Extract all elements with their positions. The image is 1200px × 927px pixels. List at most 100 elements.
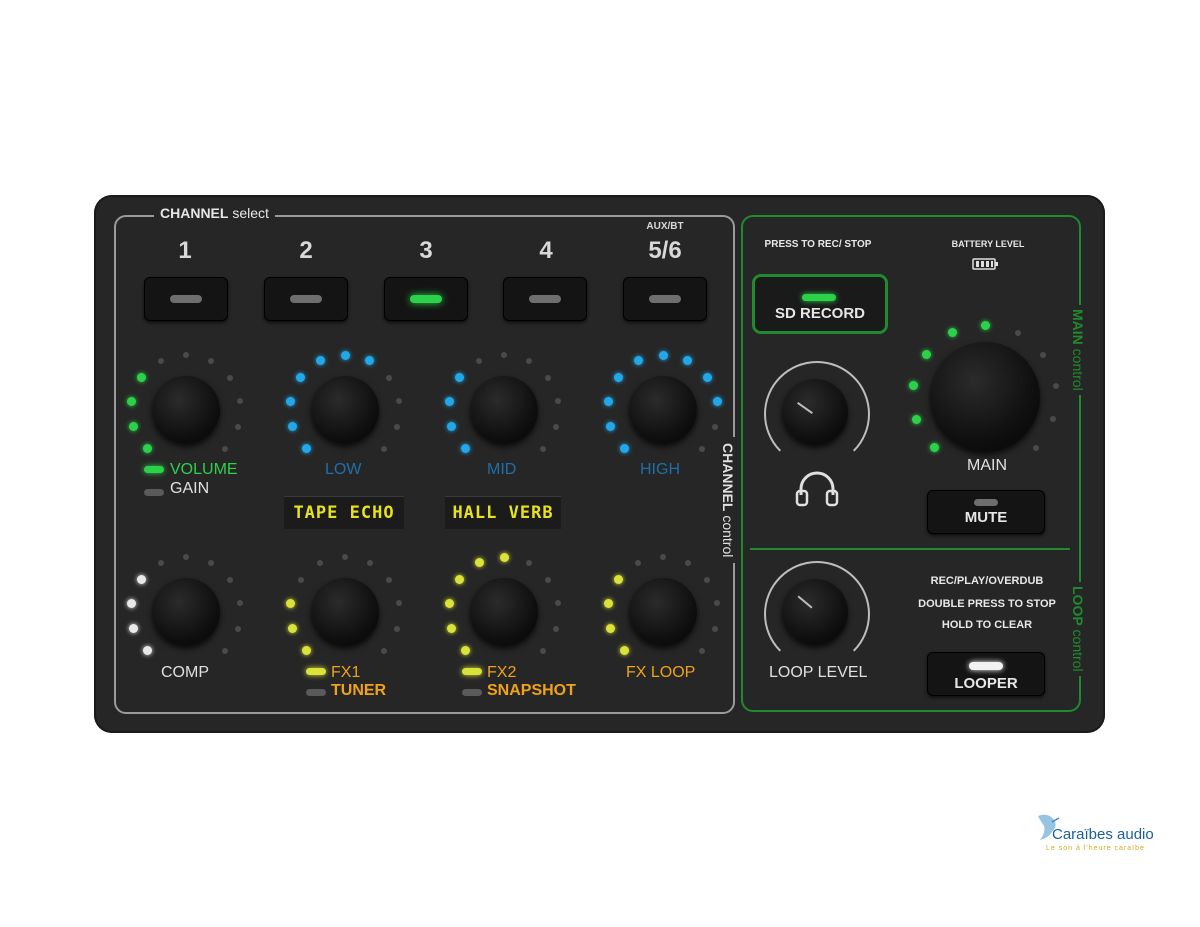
comp-led-6: [183, 554, 189, 560]
comp-led-5: [158, 559, 165, 566]
main-led-7: [1014, 329, 1021, 336]
channel-1-button[interactable]: [144, 277, 228, 321]
comp-led-7: [207, 559, 214, 566]
sd-record-button[interactable]: SD RECORD: [752, 274, 888, 334]
channel-5-6-led: [649, 295, 681, 303]
tuner-label: TUNER: [331, 682, 387, 699]
headphones-icon: [795, 471, 839, 507]
headphone-knob-pointer: [797, 402, 813, 414]
fx-loop-led-5: [635, 559, 642, 566]
main-led-9: [1053, 382, 1060, 389]
main-led-11: [1032, 444, 1039, 451]
fx2-display: HALL VERB: [445, 496, 561, 529]
fx-loop-led-1: [619, 646, 629, 656]
watermark-logo: Caraïbes audio Le son à l'heure caraïbe: [1034, 808, 1184, 858]
looper-button[interactable]: LOOPER: [927, 652, 1045, 696]
fx1-led-3: [286, 598, 296, 608]
main-label: MAIN: [967, 457, 1007, 474]
channel-4-led: [529, 295, 561, 303]
low-led-5: [315, 356, 325, 366]
volume-led: [144, 466, 164, 473]
fx2-led-3: [445, 598, 455, 608]
mute-label: MUTE: [964, 509, 1008, 526]
high-led-11: [698, 445, 705, 452]
main-loop-divider: [750, 548, 1070, 550]
fx-loop-knob[interactable]: [629, 578, 697, 646]
fx-loop-label: FX LOOP: [626, 664, 696, 681]
volume-led-5: [158, 357, 165, 364]
fx2-led-11: [539, 647, 546, 654]
comp-knob[interactable]: [152, 578, 220, 646]
main-led-2: [912, 414, 922, 424]
channel-number-2: 2: [299, 237, 313, 264]
volume-led-1: [142, 444, 152, 454]
fx1-led-7: [366, 559, 373, 566]
fx1-led-6: [342, 554, 348, 560]
comp-led-3: [127, 598, 137, 608]
mid-led-6: [501, 352, 507, 358]
channel-1-led: [170, 295, 202, 303]
channel-2-button[interactable]: [264, 277, 348, 321]
channel-number-4: 4: [539, 237, 553, 264]
looper-led: [969, 662, 1003, 670]
low-led-11: [380, 445, 387, 452]
volume-led-11: [221, 445, 228, 452]
high-led-1: [619, 444, 629, 454]
snapshot-led: [462, 689, 482, 696]
channel-number-3: 3: [419, 237, 433, 264]
comp-led-1: [142, 646, 152, 656]
fx2-led-1: [460, 646, 470, 656]
channel-3-button[interactable]: [384, 277, 468, 321]
gain-led: [144, 489, 164, 496]
channel-number-5-6: 5/6: [648, 237, 682, 264]
sd-record-label: SD RECORD: [774, 305, 865, 322]
mute-led: [974, 499, 998, 506]
sd-record-led: [802, 294, 836, 301]
high-label: HIGH: [640, 461, 680, 478]
low-led-3: [286, 396, 296, 406]
high-led-6: [658, 350, 668, 360]
main-volume-knob[interactable]: [930, 342, 1040, 452]
looper-label: LOOPER: [954, 675, 1018, 692]
low-led-6: [340, 350, 350, 360]
volume-label: VOLUME: [170, 461, 238, 478]
high-led-5: [633, 356, 643, 366]
low-eq-knob[interactable]: [311, 376, 379, 444]
press-to-rec-label: PRESS TO REC/ STOP: [764, 239, 872, 250]
loop-level-label: LOOP LEVEL: [769, 664, 868, 681]
low-led-1: [301, 444, 311, 454]
tuner-led: [306, 689, 326, 696]
channel-4-button[interactable]: [503, 277, 587, 321]
mixer-device: CHANNEL select CHANNEL control 1 2 3 4 A…: [94, 195, 1105, 733]
volume-knob[interactable]: [152, 376, 220, 444]
mid-led-11: [539, 445, 546, 452]
main-led-6: [980, 320, 990, 330]
battery-icon: [972, 258, 998, 270]
watermark-tagline: Le son à l'heure caraïbe: [1046, 845, 1145, 852]
high-eq-knob[interactable]: [629, 376, 697, 444]
mid-led-3: [445, 396, 455, 406]
snapshot-label: SNAPSHOT: [487, 682, 576, 699]
fx2-led: [462, 668, 482, 675]
loop-instruction-1: REC/PLAY/OVERDUB: [930, 575, 1044, 587]
low-label: LOW: [325, 461, 362, 478]
high-led-3: [604, 396, 614, 406]
volume-led-6: [183, 352, 189, 358]
mid-led-1: [460, 444, 470, 454]
fx2-knob[interactable]: [470, 578, 538, 646]
fx1-knob[interactable]: [311, 578, 379, 646]
high-led-9: [712, 396, 722, 406]
loop-instruction-3: HOLD TO CLEAR: [941, 619, 1033, 631]
fx1-led-5: [317, 559, 324, 566]
comp-label: COMP: [161, 664, 209, 681]
channel-5-6-button[interactable]: [623, 277, 707, 321]
headphone-knob[interactable]: [782, 379, 848, 445]
channel-select-title: CHANNEL select: [154, 205, 275, 221]
mid-eq-knob[interactable]: [470, 376, 538, 444]
fx1-display: TAPE ECHO: [284, 496, 404, 529]
loop-instruction-2: DOUBLE PRESS TO STOP: [918, 598, 1056, 610]
comp-led-11: [221, 647, 228, 654]
loop-level-knob[interactable]: [782, 579, 848, 645]
mute-button[interactable]: MUTE: [927, 490, 1045, 534]
aux-bt-label: AUX/BT: [646, 221, 684, 232]
